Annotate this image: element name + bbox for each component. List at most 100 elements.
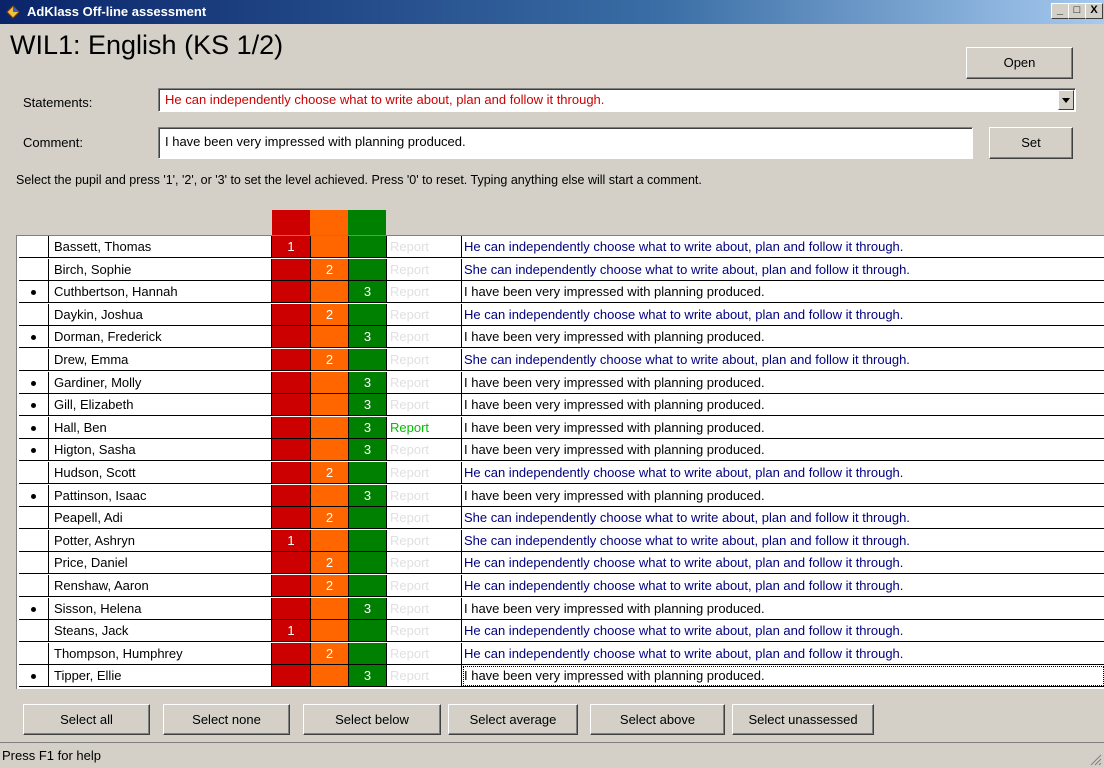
level-3-cell[interactable]: 3 [349, 281, 387, 304]
report-link[interactable]: Report [387, 349, 462, 371]
level-2-cell[interactable] [311, 439, 349, 462]
pupil-comment[interactable]: He can independently choose what to writ… [462, 643, 1104, 665]
report-link[interactable]: Report [387, 597, 462, 620]
pupil-comment[interactable]: He can independently choose what to writ… [462, 462, 1104, 484]
pupil-comment[interactable]: I have been very impressed with planning… [462, 439, 1104, 462]
select-none-button[interactable]: Select none [163, 704, 290, 735]
select-all-button[interactable]: Select all [23, 704, 150, 735]
level-2-cell[interactable] [311, 416, 349, 439]
pupil-comment[interactable]: She can independently choose what to wri… [462, 507, 1104, 530]
level-2-header[interactable] [310, 210, 348, 236]
pupil-comment[interactable]: She can independently choose what to wri… [462, 349, 1104, 371]
level-1-cell[interactable] [272, 303, 311, 326]
level-1-cell[interactable] [272, 416, 311, 439]
level-1-cell[interactable] [272, 258, 311, 281]
pupil-comment[interactable]: I have been very impressed with planning… [462, 665, 1104, 688]
pupil-name[interactable]: Tipper, Ellie [49, 665, 272, 688]
pupil-comment[interactable]: I have been very impressed with planning… [462, 281, 1104, 304]
report-link[interactable]: Report [387, 416, 462, 439]
table-row[interactable]: Gill, Elizabeth 3 Report I have been very i… [17, 394, 1104, 417]
level-2-cell[interactable] [311, 620, 349, 643]
level-2-cell[interactable] [311, 665, 349, 688]
pupil-name[interactable]: Renshaw, Aaron [49, 575, 272, 597]
level-1-cell[interactable] [272, 281, 311, 304]
table-row[interactable]: Gardiner, Molly 3 Report I have been very i… [17, 371, 1104, 395]
selection-marker-cell[interactable] [19, 507, 49, 530]
pupil-name[interactable]: Pattinson, Isaac [49, 484, 272, 507]
select-average-button[interactable]: Select average [448, 704, 578, 735]
report-link[interactable]: Report [387, 507, 462, 530]
level-2-cell[interactable] [311, 236, 349, 258]
level-3-cell[interactable] [349, 507, 387, 530]
level-3-cell[interactable] [349, 258, 387, 281]
pupil-name[interactable]: Sisson, Helena [49, 597, 272, 620]
pupil-name[interactable]: Price, Daniel [49, 552, 272, 575]
set-button[interactable]: Set [989, 127, 1073, 159]
pupil-name[interactable]: Cuthbertson, Hannah [49, 281, 272, 304]
pupil-comment[interactable]: I have been very impressed with planning… [462, 417, 1104, 439]
selection-marker-cell[interactable] [19, 439, 49, 462]
report-link[interactable]: Report [387, 371, 462, 394]
selection-marker-cell[interactable] [19, 529, 49, 552]
level-1-cell[interactable] [272, 665, 311, 688]
selection-marker-cell[interactable] [19, 416, 49, 439]
open-button[interactable]: Open [966, 47, 1073, 79]
resize-grip-icon[interactable] [1088, 752, 1102, 766]
selection-marker-cell[interactable] [19, 665, 49, 688]
level-1-cell[interactable]: 1 [272, 620, 311, 643]
selection-marker-cell[interactable] [19, 236, 49, 258]
level-3-cell[interactable]: 3 [349, 484, 387, 507]
pupil-name[interactable]: Gill, Elizabeth [49, 394, 272, 417]
selection-marker-cell[interactable] [19, 597, 49, 620]
selection-marker-cell[interactable] [19, 552, 49, 575]
report-link[interactable]: Report [387, 462, 462, 484]
pupil-comment[interactable]: He can independently choose what to writ… [462, 620, 1104, 643]
table-row[interactable]: Renshaw, Aaron 2 Report He can independentl… [17, 575, 1104, 598]
level-3-cell[interactable]: 3 [349, 371, 387, 394]
pupil-comment[interactable]: She can independently choose what to wri… [462, 530, 1104, 552]
level-2-cell[interactable] [311, 371, 349, 394]
pupil-name[interactable]: Hudson, Scott [49, 462, 272, 484]
pupil-comment[interactable]: I have been very impressed with planning… [462, 326, 1104, 349]
level-2-cell[interactable]: 2 [311, 258, 349, 281]
selection-marker-cell[interactable] [19, 349, 49, 371]
level-2-cell[interactable] [311, 281, 349, 304]
statements-dropdown[interactable]: He can independently choose what to writ… [158, 88, 1076, 112]
report-link[interactable]: Report [387, 326, 462, 349]
level-3-cell[interactable] [349, 462, 387, 484]
pupil-name[interactable]: Steans, Jack [49, 620, 272, 643]
level-3-cell[interactable]: 3 [349, 665, 387, 688]
level-2-cell[interactable] [311, 394, 349, 417]
select-below-button[interactable]: Select below [303, 704, 441, 735]
level-3-header[interactable] [348, 210, 386, 236]
pupil-name[interactable]: Higton, Sasha [49, 439, 272, 462]
selection-marker-cell[interactable] [19, 303, 49, 326]
chevron-down-icon[interactable] [1058, 90, 1074, 110]
select-above-button[interactable]: Select above [590, 704, 725, 735]
report-link[interactable]: Report [387, 484, 462, 507]
level-1-cell[interactable] [272, 349, 311, 371]
table-row[interactable]: Dorman, Frederick 3 Report I have been very… [17, 326, 1104, 349]
table-row[interactable]: Birch, Sophie 2 Report She can independentl… [17, 258, 1104, 282]
level-3-cell[interactable]: 3 [349, 439, 387, 462]
report-link[interactable]: Report [387, 665, 462, 688]
level-1-cell[interactable]: 1 [272, 529, 311, 552]
report-link[interactable]: Report [387, 575, 462, 597]
table-row[interactable]: Thompson, Humphrey 2 Report He can independ… [17, 642, 1104, 666]
pupil-comment[interactable]: I have been very impressed with planning… [462, 598, 1104, 620]
level-3-cell[interactable] [349, 529, 387, 552]
pupil-name[interactable]: Dorman, Frederick [49, 326, 272, 349]
level-1-cell[interactable] [272, 439, 311, 462]
selection-marker-cell[interactable] [19, 575, 49, 597]
level-3-cell[interactable] [349, 552, 387, 575]
selection-marker-cell[interactable] [19, 281, 49, 304]
level-2-cell[interactable] [311, 326, 349, 349]
pupil-name[interactable]: Bassett, Thomas [49, 236, 272, 258]
pupil-comment[interactable]: He can independently choose what to writ… [462, 575, 1104, 597]
table-row[interactable]: Higton, Sasha 3 Report I have been very imp… [17, 439, 1104, 462]
level-3-cell[interactable] [349, 642, 387, 665]
pupil-comment[interactable]: He can independently choose what to writ… [462, 304, 1104, 326]
table-row[interactable]: Potter, Ashryn 1 Report She can independent… [17, 529, 1104, 553]
pupil-name[interactable]: Thompson, Humphrey [49, 642, 272, 665]
level-2-cell[interactable]: 2 [311, 642, 349, 665]
